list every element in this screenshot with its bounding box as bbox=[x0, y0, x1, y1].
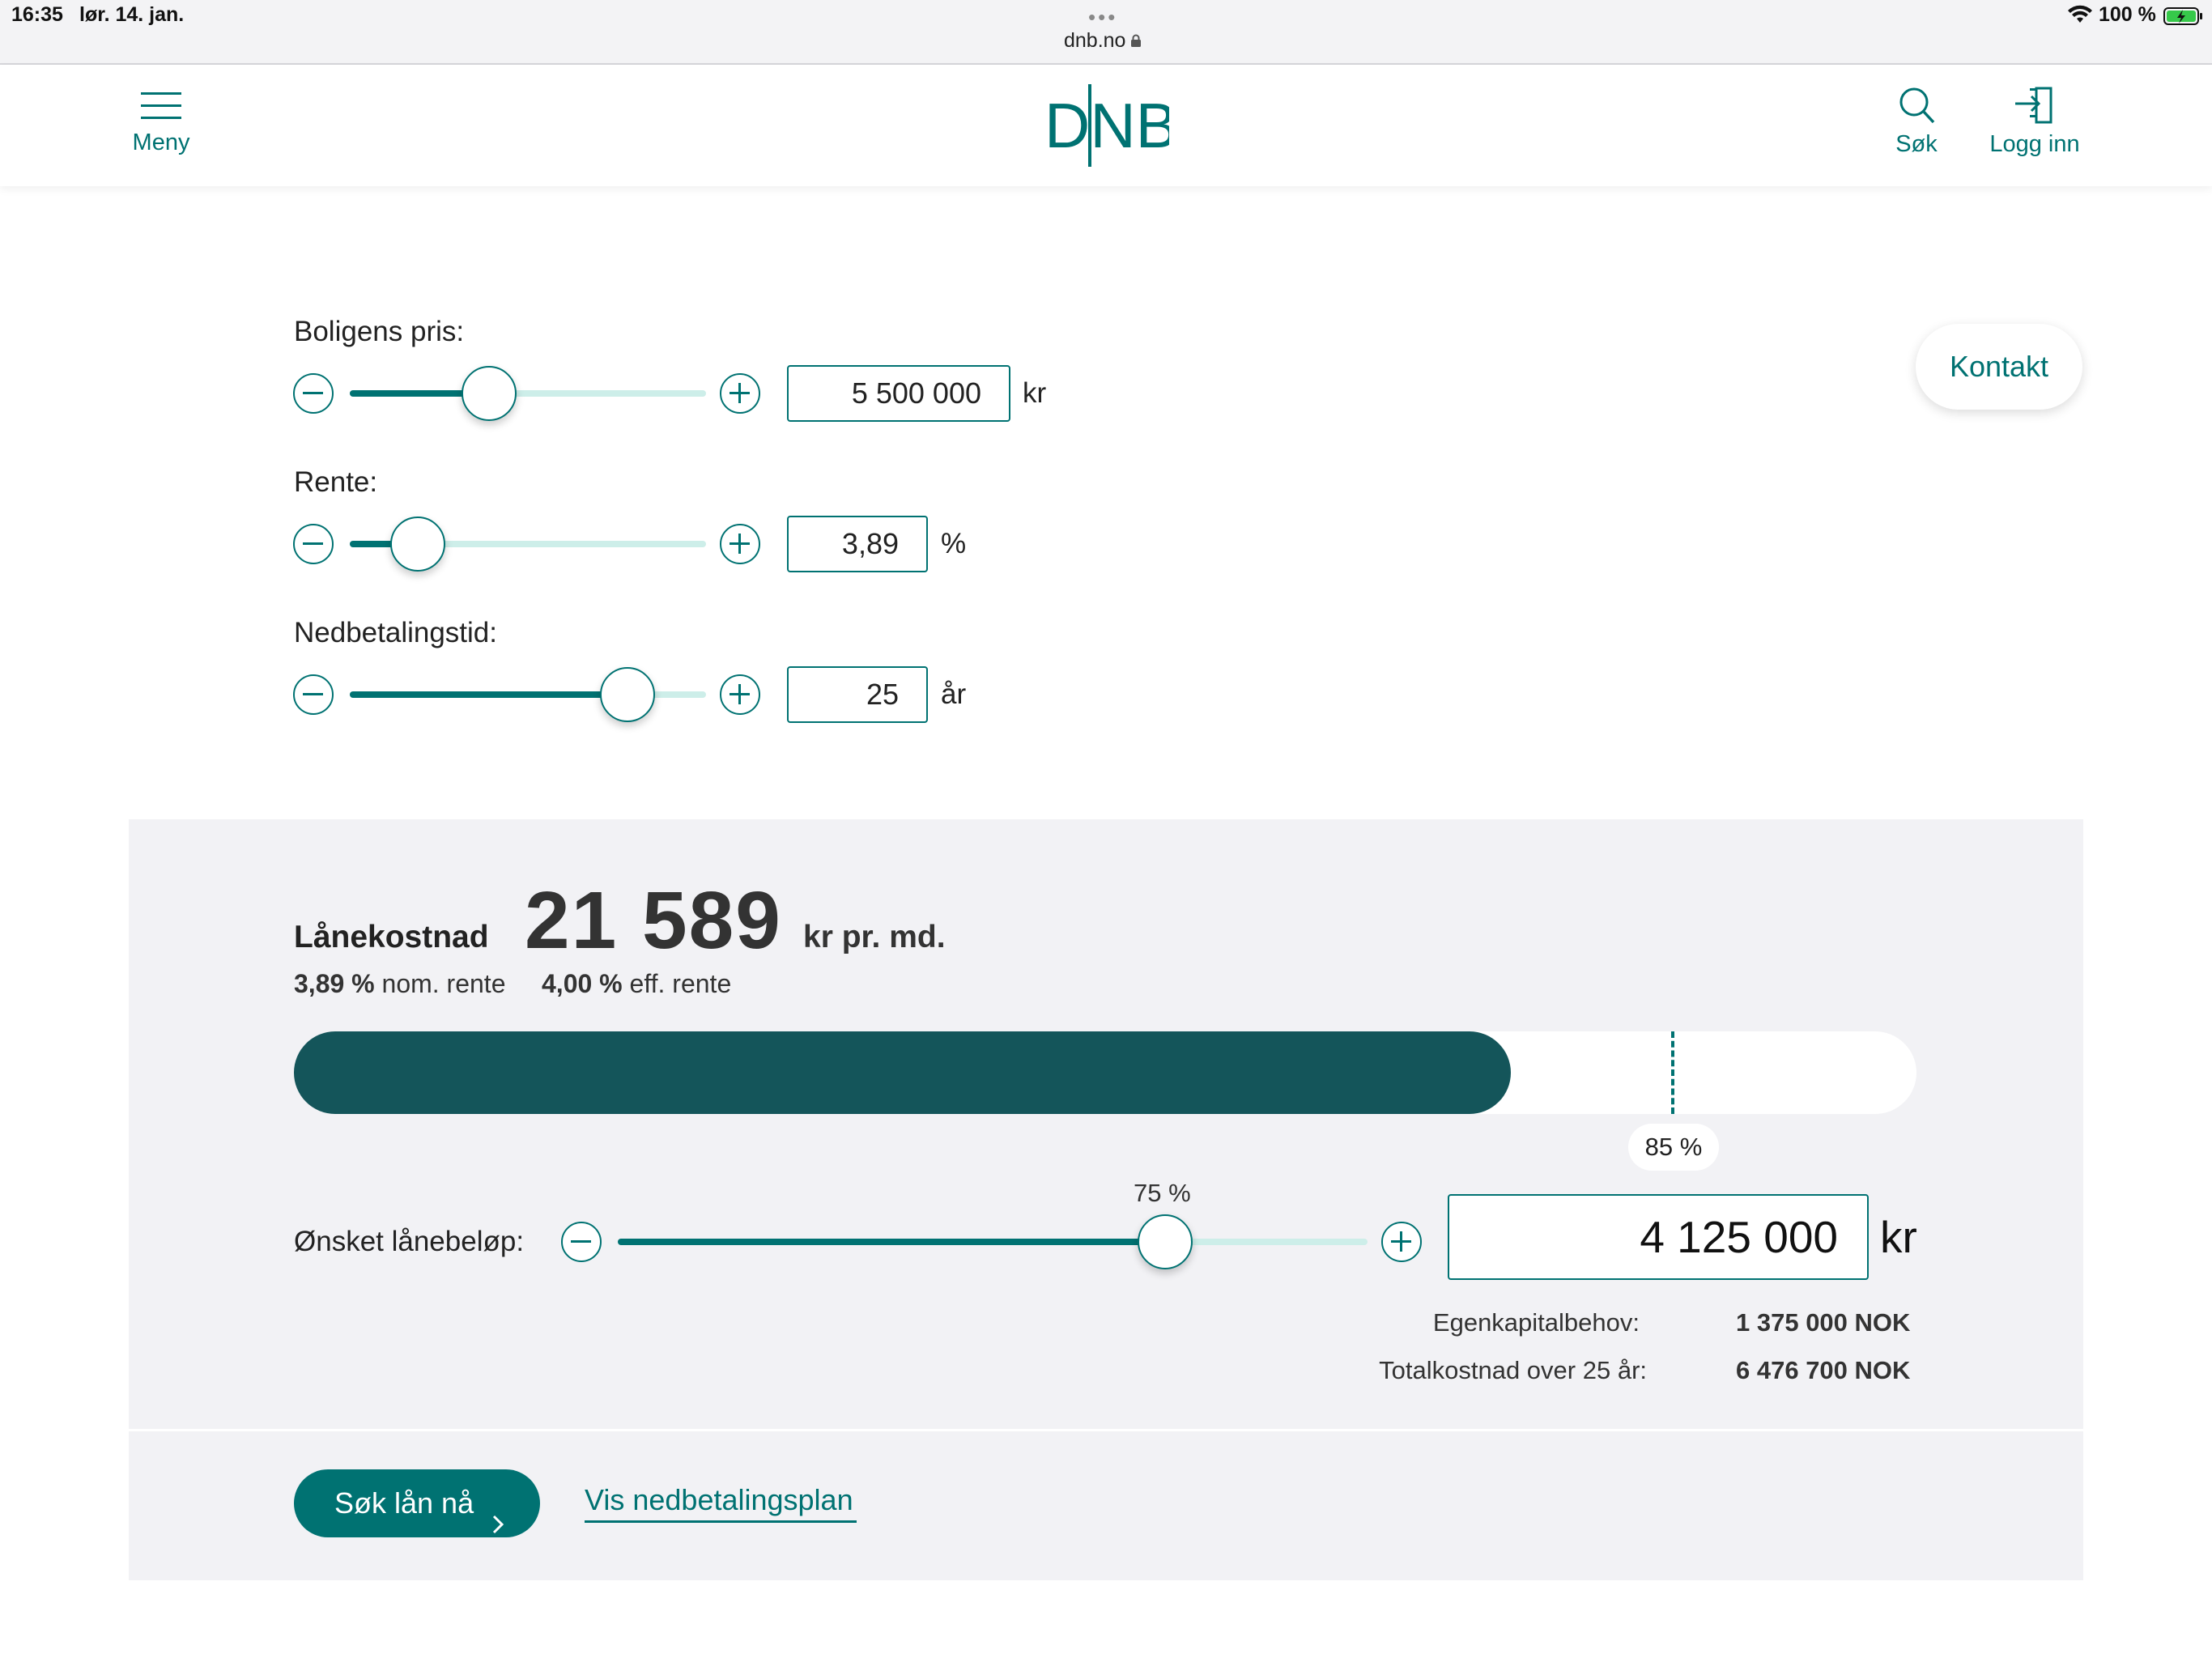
rate-unit: % bbox=[941, 528, 967, 559]
term-slider-handle[interactable] bbox=[600, 667, 656, 722]
loan-slider-handle[interactable] bbox=[1137, 1214, 1193, 1269]
term-minus-button[interactable] bbox=[293, 674, 334, 715]
loan-cost-label: Lånekostnad bbox=[294, 920, 489, 954]
loan-ratio-fill bbox=[294, 1031, 1511, 1114]
rate-input[interactable]: 3,89 bbox=[787, 516, 928, 572]
menu-label: Meny bbox=[132, 130, 190, 155]
term-unit: år bbox=[941, 678, 967, 710]
loan-slider[interactable] bbox=[618, 1239, 1368, 1245]
price-minus-button[interactable] bbox=[293, 373, 334, 414]
more-dots-icon[interactable]: ••• bbox=[1088, 5, 1117, 30]
loan-plus-button[interactable] bbox=[1381, 1222, 1422, 1262]
lock-icon bbox=[1130, 29, 1142, 53]
nominal-rate-value: 3,89 % bbox=[294, 969, 375, 998]
price-slider[interactable] bbox=[350, 390, 706, 397]
term-label: Nedbetalingstid: bbox=[294, 617, 497, 648]
loan-minus-button[interactable] bbox=[561, 1222, 602, 1262]
max-ratio-badge: 85 % bbox=[1628, 1124, 1719, 1171]
apply-loan-label: Søk lån nå bbox=[334, 1486, 474, 1520]
logo-text: DNB bbox=[1044, 90, 1169, 161]
total-cost-label: Totalkostnad over 25 år: bbox=[1379, 1356, 1647, 1384]
term-slider-fill bbox=[350, 691, 628, 698]
rate-label: Rente: bbox=[294, 466, 378, 498]
term-plus-button[interactable] bbox=[720, 674, 760, 715]
battery-percent: 100 % bbox=[2099, 3, 2156, 26]
status-date: lør. 14. jan. bbox=[79, 3, 185, 26]
url-text: dnb.no bbox=[1064, 29, 1126, 52]
status-bar: 16:35 lør. 14. jan. ••• dnb.no 100 % bbox=[0, 0, 2212, 65]
price-slider-handle[interactable] bbox=[461, 366, 517, 421]
login-label: Logg inn bbox=[1989, 131, 2080, 157]
payment-plan-link[interactable]: Vis nedbetalingsplan bbox=[585, 1483, 857, 1523]
effective-rate-label: eff. rente bbox=[629, 969, 732, 998]
monthly-cost-value: 21 589 bbox=[525, 875, 782, 966]
login-door-icon bbox=[2012, 87, 2057, 130]
desired-loan-label: Ønsket lånebeløp: bbox=[294, 1226, 525, 1257]
monthly-cost-unit: kr pr. md. bbox=[803, 920, 946, 954]
nominal-rate: 3,89 % nom. rente bbox=[294, 969, 505, 999]
rate-minus-button[interactable] bbox=[293, 524, 334, 564]
effective-rate: 4,00 % eff. rente bbox=[542, 969, 731, 999]
loan-amount-input[interactable]: 4 125 000 bbox=[1448, 1194, 1869, 1280]
price-label: Boligens pris: bbox=[294, 316, 465, 347]
equity-value: 1 375 000 NOK bbox=[1736, 1308, 1911, 1337]
rate-plus-button[interactable] bbox=[720, 524, 760, 564]
status-time: 16:35 bbox=[11, 3, 63, 26]
effective-rate-value: 4,00 % bbox=[542, 969, 623, 998]
chevron-right-icon bbox=[490, 1492, 506, 1560]
panel-divider bbox=[129, 1429, 2083, 1431]
apply-loan-button[interactable]: Søk lån nå bbox=[294, 1469, 540, 1537]
hamburger-icon bbox=[138, 92, 184, 129]
search-label: Søk bbox=[1895, 131, 1938, 157]
dnb-logo[interactable]: DNB bbox=[1043, 83, 1178, 172]
max-ratio-marker bbox=[1671, 1031, 1675, 1114]
login-button[interactable]: Logg inn bbox=[1982, 86, 2087, 158]
address-bar[interactable]: dnb.no bbox=[1064, 29, 1142, 53]
contact-button[interactable]: Kontakt bbox=[1916, 324, 2082, 410]
search-icon bbox=[1895, 87, 1938, 130]
loan-amount-unit: kr bbox=[1880, 1212, 1917, 1262]
loan-slider-fill bbox=[618, 1239, 1165, 1245]
search-button[interactable]: Søk bbox=[1887, 86, 1946, 158]
term-input[interactable]: 25 bbox=[787, 666, 928, 723]
price-unit: kr bbox=[1023, 377, 1047, 409]
loan-percent-label: 75 % bbox=[1134, 1179, 1191, 1207]
wifi-icon bbox=[2067, 5, 2093, 28]
site-header: Meny DNB Søk Logg inn bbox=[0, 65, 2212, 186]
price-input[interactable]: 5 500 000 bbox=[787, 365, 1010, 422]
rate-slider-handle[interactable] bbox=[389, 517, 445, 572]
nominal-rate-label: nom. rente bbox=[381, 969, 506, 998]
equity-label: Egenkapitalbehov: bbox=[1432, 1308, 1640, 1337]
price-plus-button[interactable] bbox=[720, 373, 760, 414]
battery-charging-icon bbox=[2163, 6, 2204, 30]
menu-button[interactable]: Meny bbox=[130, 87, 193, 156]
total-cost-value: 6 476 700 NOK bbox=[1736, 1356, 1911, 1384]
